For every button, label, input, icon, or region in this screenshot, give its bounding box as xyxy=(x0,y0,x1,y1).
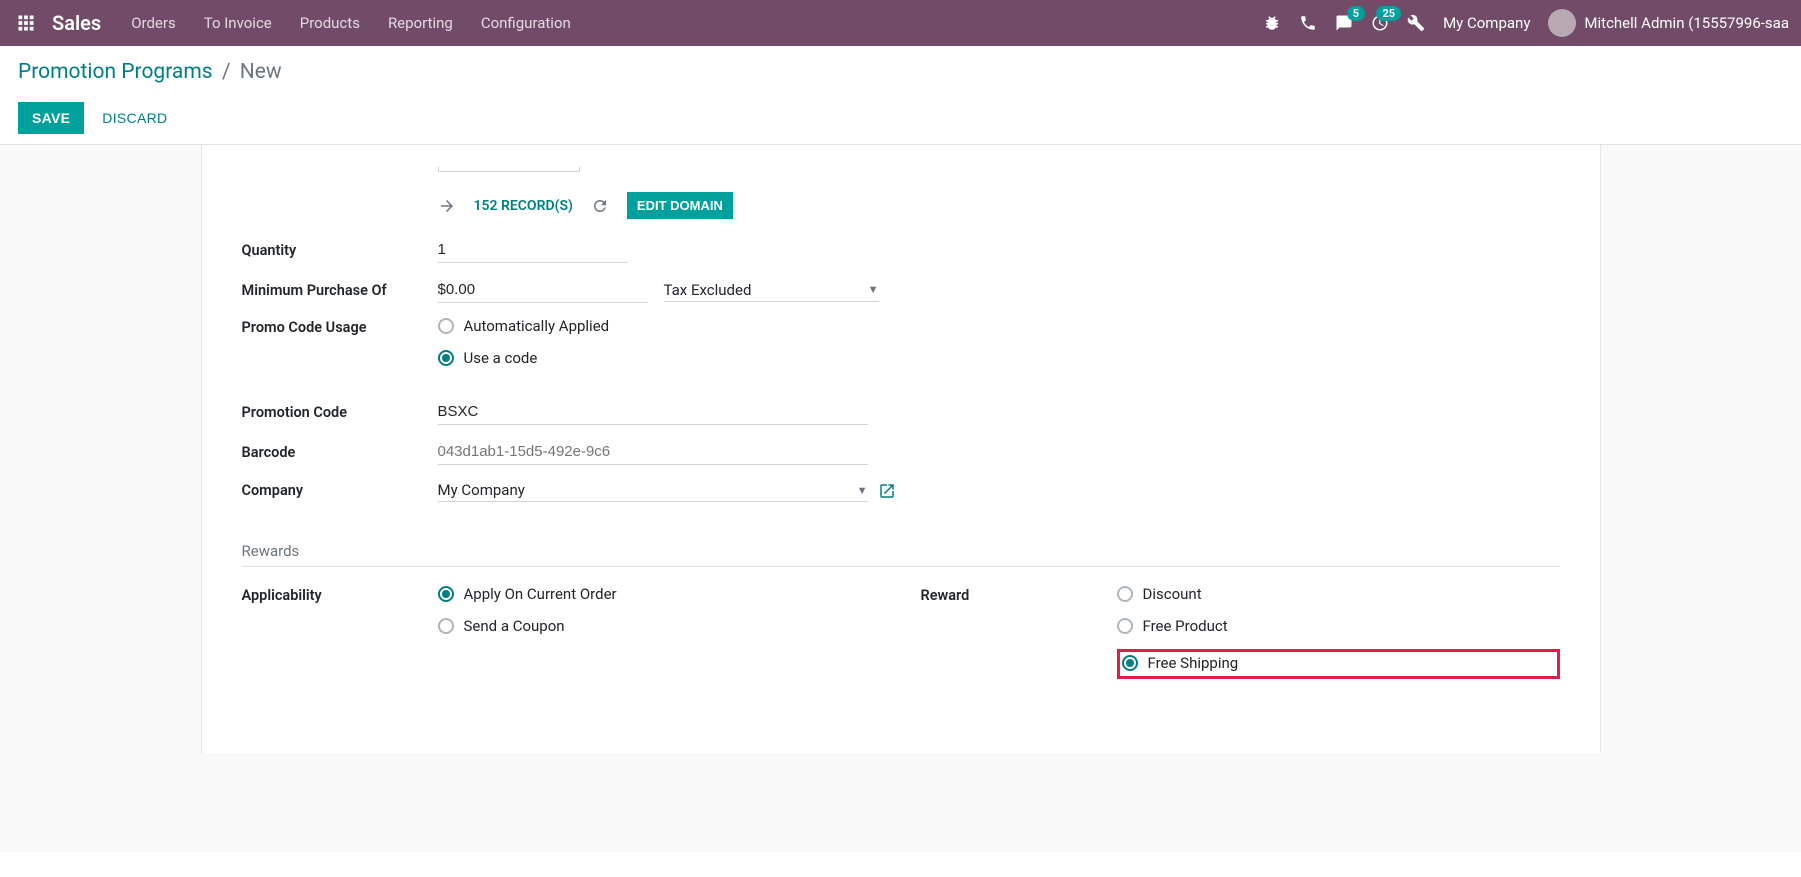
breadcrumb: Promotion Programs / New xyxy=(18,60,1783,84)
menu-configuration[interactable]: Configuration xyxy=(481,14,571,32)
quantity-input[interactable] xyxy=(438,237,628,263)
promo-usage-code-label: Use a code xyxy=(464,349,538,367)
brand-title[interactable]: Sales xyxy=(52,11,101,35)
discard-button[interactable]: Discard xyxy=(102,110,167,126)
chevron-down-icon: ▼ xyxy=(868,283,879,296)
apps-icon[interactable] xyxy=(12,14,40,32)
applicability-current-radio[interactable]: Apply On Current Order xyxy=(438,585,881,603)
avatar xyxy=(1548,9,1576,37)
applicability-label: Applicability xyxy=(242,585,438,604)
activities-icon[interactable]: 25 xyxy=(1371,14,1389,32)
reward-free-shipping-radio[interactable]: Free Shipping xyxy=(1122,654,1239,672)
chevron-down-icon: ▼ xyxy=(857,484,868,497)
user-menu[interactable]: Mitchell Admin (15557996-saa xyxy=(1548,9,1789,37)
activities-badge: 25 xyxy=(1376,6,1401,21)
radio-unchecked-icon xyxy=(1117,618,1133,634)
applicability-coupon-label: Send a Coupon xyxy=(464,617,565,635)
top-navbar: Sales Orders To Invoice Products Reporti… xyxy=(0,0,1801,46)
radio-unchecked-icon xyxy=(1117,586,1133,602)
menu-reporting[interactable]: Reporting xyxy=(388,14,453,32)
main-menu: Orders To Invoice Products Reporting Con… xyxy=(131,14,571,32)
promo-usage-code-radio[interactable]: Use a code xyxy=(438,349,1560,367)
barcode-label: Barcode xyxy=(242,444,438,461)
barcode-input[interactable] xyxy=(438,439,868,465)
min-purchase-label: Minimum Purchase Of xyxy=(242,282,438,299)
user-name: Mitchell Admin (15557996-saa xyxy=(1584,14,1789,32)
form-sheet: 152 Record(s) Edit Domain Quantity Minim… xyxy=(201,145,1601,753)
reward-discount-radio[interactable]: Discount xyxy=(1117,585,1560,603)
company-value: My Company xyxy=(438,481,525,499)
rewards-section-title: Rewards xyxy=(242,542,1560,567)
promo-usage-auto-label: Automatically Applied xyxy=(464,317,610,335)
breadcrumb-current: New xyxy=(240,60,282,84)
radio-unchecked-icon xyxy=(438,318,454,334)
promo-usage-label: Promo Code Usage xyxy=(242,317,438,336)
radio-checked-icon xyxy=(1122,655,1138,671)
promo-usage-auto-radio[interactable]: Automatically Applied xyxy=(438,317,1560,335)
external-link-icon[interactable] xyxy=(878,482,896,500)
breadcrumb-parent[interactable]: Promotion Programs xyxy=(18,60,213,84)
save-button[interactable]: Save xyxy=(18,102,84,134)
reward-label: Reward xyxy=(921,585,1117,604)
menu-to-invoice[interactable]: To Invoice xyxy=(204,14,272,32)
reward-free-product-radio[interactable]: Free Product xyxy=(1117,617,1560,635)
reward-free-shipping-highlight: Free Shipping xyxy=(1117,649,1560,679)
conversations-badge: 5 xyxy=(1347,6,1365,21)
company-select[interactable]: My Company ▼ xyxy=(438,479,868,502)
reward-discount-label: Discount xyxy=(1143,585,1202,603)
reward-free-shipping-label: Free Shipping xyxy=(1148,654,1239,672)
records-count-link[interactable]: 152 Record(s) xyxy=(474,198,573,214)
radio-checked-icon xyxy=(438,350,454,366)
edit-domain-button[interactable]: Edit Domain xyxy=(627,192,733,219)
quantity-label: Quantity xyxy=(242,242,438,259)
refresh-icon[interactable] xyxy=(591,197,609,215)
applicability-coupon-radio[interactable]: Send a Coupon xyxy=(438,617,881,635)
tax-rule-value: Tax Excluded xyxy=(664,281,752,299)
domain-preview-box xyxy=(438,167,580,172)
debug-icon[interactable] xyxy=(1263,14,1281,32)
breadcrumb-sep: / xyxy=(222,60,231,84)
radio-unchecked-icon xyxy=(438,618,454,634)
reward-free-product-label: Free Product xyxy=(1143,617,1228,635)
arrow-right-icon xyxy=(438,197,456,215)
radio-checked-icon xyxy=(438,586,454,602)
company-label: Company xyxy=(242,482,438,499)
tools-icon[interactable] xyxy=(1407,14,1425,32)
min-purchase-input[interactable] xyxy=(438,277,648,303)
company-switcher[interactable]: My Company xyxy=(1443,14,1530,32)
promotion-code-input[interactable] xyxy=(438,399,868,425)
applicability-current-label: Apply On Current Order xyxy=(464,585,617,603)
conversations-icon[interactable]: 5 xyxy=(1335,14,1353,32)
menu-orders[interactable]: Orders xyxy=(131,14,176,32)
menu-products[interactable]: Products xyxy=(300,14,360,32)
control-panel: Promotion Programs / New Save Discard xyxy=(0,46,1801,145)
promotion-code-label: Promotion Code xyxy=(242,404,438,421)
phone-icon[interactable] xyxy=(1299,14,1317,32)
tax-rule-select[interactable]: Tax Excluded ▼ xyxy=(664,279,879,302)
